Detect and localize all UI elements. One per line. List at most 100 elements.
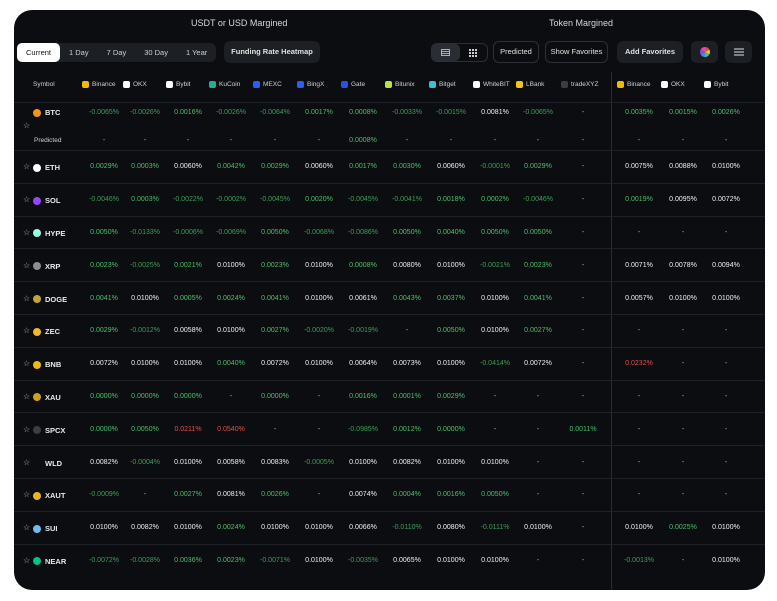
rate-cell[interactable]: 0.0023% [206, 557, 256, 564]
symbol-cell[interactable]: HYPE [33, 229, 65, 238]
rate-cell[interactable]: 0.0100% [513, 524, 563, 531]
predicted-rate-cell[interactable]: - [614, 137, 664, 144]
rate-cell[interactable]: 0.0043% [382, 295, 432, 302]
predicted-rate-cell[interactable]: - [701, 137, 751, 144]
usdt-header-bybit[interactable]: Bybit [166, 74, 190, 94]
rate-cell[interactable]: - [558, 327, 608, 334]
rate-cell[interactable]: 0.0050% [250, 229, 300, 236]
rate-cell[interactable]: 0.0072% [513, 360, 563, 367]
rate-cell[interactable]: - [701, 426, 751, 433]
favorite-star-icon[interactable]: ☆ [23, 162, 30, 171]
rate-cell[interactable]: 0.0029% [250, 163, 300, 170]
table-row[interactable]: ☆ ETH 0.0029% 0.0003% 0.0060% 0.0042% 0.0029% 0… [14, 150, 765, 183]
rate-cell[interactable]: 0.0042% [206, 163, 256, 170]
rate-cell[interactable]: -0.0033% [382, 109, 432, 116]
table-row[interactable]: ☆ SUI 0.0100% 0.0082% 0.0100% 0.0024% 0.0100% 0… [14, 510, 765, 544]
symbol-cell[interactable]: BTC [33, 108, 60, 117]
table-row[interactable]: ☆ XAUT -0.0009% -0.0027% 0.0081% 0.0026% -0.00… [14, 478, 765, 511]
rate-cell[interactable]: -0.0064% [250, 109, 300, 116]
rate-cell[interactable]: 0.0100% [426, 557, 476, 564]
rate-cell[interactable]: 0.0100% [206, 327, 256, 334]
rate-cell[interactable]: 0.0080% [382, 262, 432, 269]
rate-cell[interactable]: - [701, 491, 751, 498]
favorite-star-icon[interactable]: ☆ [23, 294, 30, 303]
rate-cell[interactable]: 0.0080% [426, 524, 476, 531]
table-row[interactable]: ☆ DOGE 0.0041% 0.0100% 0.0005% 0.0024% 0.0041%… [14, 281, 765, 314]
period-current-button[interactable]: Current [17, 43, 61, 62]
rate-cell[interactable]: 0.0100% [701, 524, 751, 531]
usdt-header-whitebit[interactable]: WhiteBIT [473, 74, 510, 94]
rate-cell[interactable]: 0.0017% [338, 163, 388, 170]
rate-cell[interactable]: -0.0086% [338, 229, 388, 236]
rate-cell[interactable]: - [701, 229, 751, 236]
rate-cell[interactable]: -0.0020% [294, 327, 344, 334]
rate-cell[interactable]: - [558, 196, 608, 203]
usdt-header-gate[interactable]: Gate [341, 74, 365, 94]
usdt-header-bingx[interactable]: BingX [297, 74, 324, 94]
rate-cell[interactable]: - [558, 393, 608, 400]
token-header-okx[interactable]: OKX [661, 74, 685, 94]
rate-cell[interactable]: - [513, 393, 563, 400]
rate-cell[interactable]: -0.0041% [382, 196, 432, 203]
rate-cell[interactable]: -0.0110% [382, 524, 432, 531]
rate-cell[interactable]: 0.0064% [338, 360, 388, 367]
rate-cell[interactable]: - [558, 295, 608, 302]
rate-cell[interactable]: 0.0020% [294, 196, 344, 203]
rate-cell[interactable]: - [614, 327, 664, 334]
rate-cell[interactable]: - [382, 327, 432, 334]
rate-cell[interactable]: 0.0040% [206, 360, 256, 367]
rate-cell[interactable]: 0.0027% [250, 327, 300, 334]
period-30-day-button[interactable]: 30 Day [135, 43, 177, 62]
predicted-rate-cell[interactable]: - [294, 137, 344, 144]
rate-cell[interactable]: 0.0050% [382, 229, 432, 236]
rate-cell[interactable]: 0.0058% [206, 459, 256, 466]
color-theme-button[interactable] [691, 41, 718, 63]
rate-cell[interactable]: 0.0083% [250, 459, 300, 466]
rate-cell[interactable]: - [701, 360, 751, 367]
rate-cell[interactable]: 0.0100% [426, 262, 476, 269]
rate-cell[interactable]: 0.0100% [614, 524, 664, 531]
table-row[interactable]: ☆ HYPE 0.0050% -0.0133% -0.0006% -0.0069% 0.00… [14, 215, 765, 249]
favorite-star-icon[interactable]: ☆ [23, 359, 30, 368]
rate-cell[interactable]: -0.0005% [294, 459, 344, 466]
predicted-rate-cell[interactable]: - [426, 137, 476, 144]
rate-cell[interactable]: 0.0027% [513, 327, 563, 334]
symbol-cell[interactable]: SOL [33, 196, 60, 205]
favorite-star-icon[interactable]: ☆ [23, 556, 30, 565]
rate-cell[interactable]: 0.0050% [426, 327, 476, 334]
rate-cell[interactable]: 0.0008% [338, 262, 388, 269]
rate-cell[interactable]: 0.0072% [701, 196, 751, 203]
symbol-cell[interactable]: XAU [33, 393, 61, 402]
token-header-binance[interactable]: Binance [617, 74, 651, 94]
rate-cell[interactable]: - [513, 459, 563, 466]
rate-cell[interactable]: - [558, 262, 608, 269]
predicted-rate-cell[interactable]: - [206, 137, 256, 144]
rate-cell[interactable]: - [250, 426, 300, 433]
symbol-cell[interactable]: DOGE [33, 295, 67, 304]
table-row[interactable]: ☆ WLD 0.0082% -0.0004% 0.0100% 0.0058% 0.0083%… [14, 445, 765, 478]
rate-cell[interactable]: 0.0016% [338, 393, 388, 400]
usdt-header-bitunix[interactable]: Bitunix [385, 74, 415, 94]
rate-cell[interactable]: 0.0004% [382, 491, 432, 498]
rate-cell[interactable]: - [701, 327, 751, 334]
table-row[interactable]: ☆ BNB 0.0072% 0.0100% 0.0100% 0.0040% 0.0072% 0… [14, 346, 765, 380]
rate-cell[interactable]: - [558, 109, 608, 116]
rate-cell[interactable]: 0.0100% [294, 360, 344, 367]
rate-cell[interactable]: 0.0100% [426, 459, 476, 466]
rate-cell[interactable]: 0.0100% [294, 262, 344, 269]
symbol-cell[interactable]: SPCX [33, 426, 65, 435]
symbol-cell[interactable]: XAUT [33, 491, 65, 500]
rate-cell[interactable]: 0.0100% [206, 262, 256, 269]
rate-cell[interactable]: 0.0071% [614, 262, 664, 269]
rate-cell[interactable]: - [513, 426, 563, 433]
rate-cell[interactable]: 0.0094% [701, 262, 751, 269]
symbol-cell[interactable]: BNB [33, 360, 61, 369]
favorite-star-icon[interactable]: ☆ [23, 425, 30, 434]
table-row[interactable]: ☆ BTC -0.0065% -0.0026% 0.0016% -0.0026% -0.00… [14, 102, 765, 150]
rate-cell[interactable]: 0.0065% [382, 557, 432, 564]
rate-cell[interactable]: 0.0100% [701, 557, 751, 564]
rate-cell[interactable]: - [614, 229, 664, 236]
table-row[interactable]: ☆ NEAR -0.0072% -0.0028% 0.0036% 0.0023% -0.00… [14, 543, 765, 577]
rate-cell[interactable]: 0.0012% [382, 426, 432, 433]
favorite-star-icon[interactable]: ☆ [23, 195, 30, 204]
